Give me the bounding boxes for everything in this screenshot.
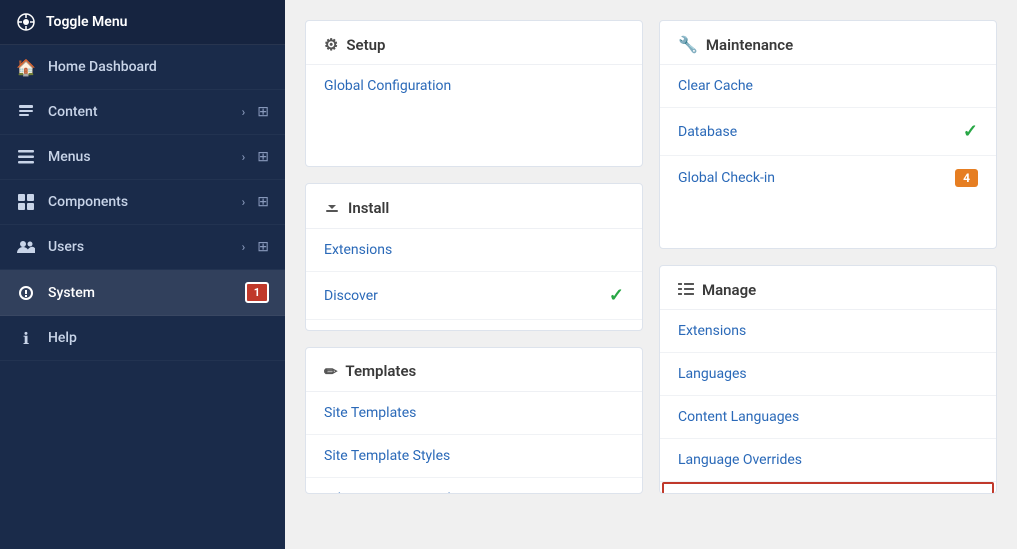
setup-panel: ⚙ Setup Global Configuration — [305, 20, 643, 167]
sidebar-item-content[interactable]: Content › ⊞ — [0, 90, 285, 135]
manage-panel: Manage Extensions Languages Content Lang… — [659, 265, 997, 494]
install-icon — [324, 198, 340, 218]
languages-install-item[interactable]: Languages — [306, 320, 642, 330]
manage-icon — [678, 280, 694, 299]
setup-panel-title: Setup — [346, 36, 385, 54]
setup-panel-header: ⚙ Setup — [306, 21, 642, 65]
main-content: ⚙ Setup Global Configuration Install — [285, 0, 1017, 549]
sidebar-item-home-dashboard[interactable]: 🏠 Home Dashboard — [0, 45, 285, 90]
toggle-menu-button[interactable]: Toggle Menu — [0, 0, 285, 45]
chevron-right-icon: › — [242, 105, 246, 119]
database-link[interactable]: Database — [678, 124, 737, 140]
database-item[interactable]: Database ✓ — [660, 108, 996, 156]
sidebar-item-help[interactable]: ℹ Help — [0, 316, 285, 361]
global-configuration-link[interactable]: Global Configuration — [324, 78, 451, 94]
setup-icon: ⚙ — [324, 35, 338, 54]
site-templates-item[interactable]: Site Templates — [306, 392, 642, 435]
system-badge: 1 — [245, 282, 269, 303]
install-panel-items: Extensions Discover ✓ Languages — [306, 229, 642, 330]
grid-icon: ⊞ — [257, 239, 269, 255]
languages-manage-link[interactable]: Languages — [678, 366, 747, 382]
administrator-templates-item[interactable]: Administrator Templates — [306, 478, 642, 494]
chevron-right-icon: › — [242, 240, 246, 254]
global-check-in-item[interactable]: Global Check-in 4 — [660, 156, 996, 200]
language-overrides-item[interactable]: Language Overrides — [660, 439, 996, 482]
maintenance-icon: 🔧 — [678, 35, 698, 54]
global-configuration-item[interactable]: Global Configuration — [306, 65, 642, 107]
clear-cache-item[interactable]: Clear Cache — [660, 65, 996, 108]
site-templates-link[interactable]: Site Templates — [324, 405, 416, 421]
grid-icon: ⊞ — [257, 149, 269, 165]
sidebar: Toggle Menu 🏠 Home Dashboard Content › ⊞… — [0, 0, 285, 549]
install-panel: Install Extensions Discover ✓ Languages — [305, 183, 643, 330]
extensions-install-link[interactable]: Extensions — [324, 242, 392, 258]
grid-icon: ⊞ — [257, 194, 269, 210]
templates-panel-header: ✏ Templates — [306, 348, 642, 392]
sidebar-item-label: System — [48, 285, 233, 301]
discover-link[interactable]: Discover — [324, 288, 378, 304]
templates-panel-items: Site Templates Site Template Styles Admi… — [306, 392, 642, 494]
grid-icon: ⊞ — [257, 104, 269, 120]
manage-panel-items: Extensions Languages Content Languages L… — [660, 310, 996, 494]
manage-panel-header: Manage — [660, 266, 996, 310]
discover-item[interactable]: Discover ✓ — [306, 272, 642, 320]
global-check-in-badge: 4 — [955, 169, 978, 187]
extensions-manage-item[interactable]: Extensions — [660, 310, 996, 353]
sidebar-item-users[interactable]: Users › ⊞ — [0, 225, 285, 270]
extensions-manage-link[interactable]: Extensions — [678, 323, 746, 339]
clear-cache-link[interactable]: Clear Cache — [678, 78, 753, 94]
sidebar-item-label: Menus — [48, 149, 230, 165]
chevron-right-icon: › — [242, 150, 246, 164]
sidebar-item-menus[interactable]: Menus › ⊞ — [0, 135, 285, 180]
setup-panel-items: Global Configuration — [306, 65, 642, 107]
home-icon: 🏠 — [16, 57, 36, 77]
manage-panel-title: Manage — [702, 281, 756, 299]
system-icon — [16, 283, 36, 303]
content-languages-link[interactable]: Content Languages — [678, 409, 799, 425]
toggle-menu-label: Toggle Menu — [46, 14, 127, 30]
sidebar-item-system[interactable]: System 1 — [0, 270, 285, 316]
maintenance-panel-items: Clear Cache Database ✓ Global Check-in 4 — [660, 65, 996, 200]
sidebar-navigation: 🏠 Home Dashboard Content › ⊞ Menus › ⊞ — [0, 45, 285, 549]
templates-icon: ✏ — [324, 362, 337, 381]
language-overrides-link[interactable]: Language Overrides — [678, 452, 802, 468]
extensions-install-item[interactable]: Extensions — [306, 229, 642, 272]
sidebar-item-label: Help — [48, 330, 269, 346]
menus-icon — [16, 147, 36, 167]
toggle-menu-icon — [16, 12, 36, 32]
components-icon — [16, 192, 36, 212]
site-template-styles-link[interactable]: Site Template Styles — [324, 448, 450, 464]
install-panel-title: Install — [348, 199, 389, 217]
site-template-styles-item[interactable]: Site Template Styles — [306, 435, 642, 478]
sidebar-item-label: Users — [48, 239, 230, 255]
maintenance-panel: 🔧 Maintenance Clear Cache Database ✓ Glo… — [659, 20, 997, 249]
sidebar-item-components[interactable]: Components › ⊞ — [0, 180, 285, 225]
help-icon: ℹ — [16, 328, 36, 348]
content-icon — [16, 102, 36, 122]
sidebar-item-label: Content — [48, 104, 230, 120]
maintenance-panel-header: 🔧 Maintenance — [660, 21, 996, 65]
sidebar-item-label: Components — [48, 194, 230, 210]
templates-panel-title: Templates — [345, 362, 416, 380]
discover-check-icon: ✓ — [609, 285, 624, 306]
languages-manage-item[interactable]: Languages — [660, 353, 996, 396]
templates-panel: ✏ Templates Site Templates Site Template… — [305, 347, 643, 494]
plugins-item[interactable]: Plugins 2 — [662, 482, 994, 494]
install-panel-header: Install — [306, 184, 642, 229]
sidebar-item-label: Home Dashboard — [48, 59, 269, 75]
global-check-in-link[interactable]: Global Check-in — [678, 170, 775, 186]
users-icon — [16, 237, 36, 257]
database-check-icon: ✓ — [963, 121, 978, 142]
administrator-templates-link[interactable]: Administrator Templates — [324, 491, 478, 494]
maintenance-panel-title: Maintenance — [706, 36, 793, 54]
chevron-right-icon: › — [242, 195, 246, 209]
content-languages-item[interactable]: Content Languages — [660, 396, 996, 439]
panels-container: ⚙ Setup Global Configuration Install — [305, 20, 997, 494]
